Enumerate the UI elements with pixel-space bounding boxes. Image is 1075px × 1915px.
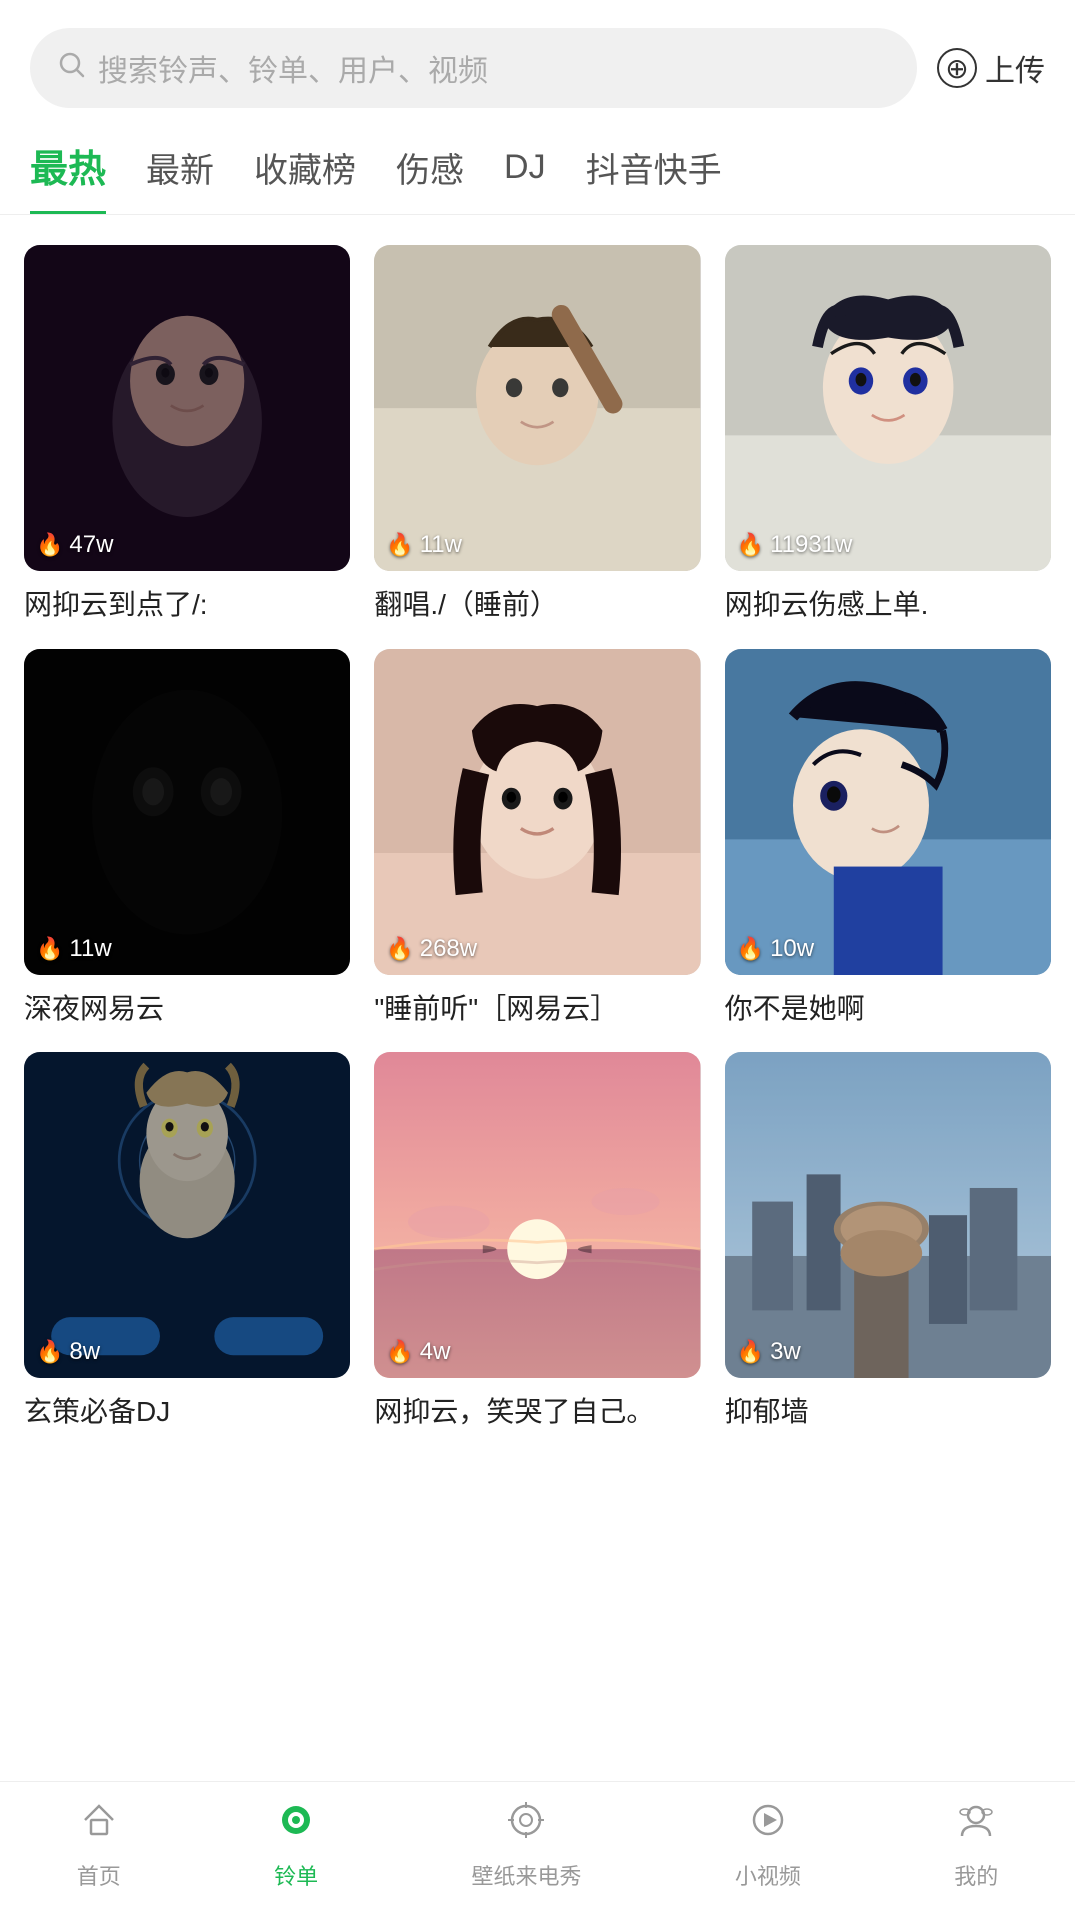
- search-icon: [58, 51, 86, 86]
- content-grid: 🔥47w 网抑云到点了/: 🔥11w 翻唱./（睡前） 🔥11931w 网抑云伤感上单…: [0, 215, 1075, 1462]
- card-thumbnail-9: 🔥3w: [725, 1052, 1051, 1378]
- card-thumbnail-4: 🔥11w: [24, 649, 350, 975]
- card-2[interactable]: 🔥11w 翻唱./（睡前）: [374, 245, 700, 625]
- card-8[interactable]: 🔥4w 网抑云，笑哭了自己。: [374, 1052, 700, 1432]
- nav-tab-hot[interactable]: 最热: [30, 138, 106, 214]
- card-title-1: 网抑云到点了/:: [24, 585, 350, 624]
- card-9[interactable]: 🔥3w 抑郁墙: [725, 1052, 1051, 1432]
- fire-icon-8: 🔥: [386, 1339, 413, 1365]
- card-thumbnail-8: 🔥4w: [374, 1052, 700, 1378]
- card-thumbnail-5: 🔥268w: [374, 649, 700, 975]
- bottom-nav-icon-wallpaper: [504, 1798, 548, 1853]
- card-count-6: 🔥10w: [737, 935, 814, 963]
- card-thumbnail-3: 🔥11931w: [725, 245, 1051, 571]
- card-4[interactable]: 🔥11w 深夜网易云: [24, 649, 350, 1029]
- fire-icon-3: 🔥: [737, 532, 764, 558]
- card-thumbnail-1: 🔥47w: [24, 245, 350, 571]
- bottom-nav-icon-ringtone: [274, 1798, 318, 1853]
- card-7[interactable]: 🔥8w 玄策必备DJ: [24, 1052, 350, 1432]
- bottom-nav-mine[interactable]: 我的: [954, 1798, 998, 1891]
- nav-tab-douyin[interactable]: 抖音快手: [586, 143, 722, 210]
- upload-label: 上传: [985, 46, 1045, 90]
- bottom-nav: 首页 铃单 壁纸来电秀 小视频 我的: [0, 1781, 1075, 1915]
- nav-tab-dj[interactable]: DJ: [504, 148, 546, 205]
- card-count-9: 🔥3w: [737, 1338, 801, 1366]
- bottom-nav-label-ringtone: 铃单: [274, 1859, 318, 1891]
- card-count-3: 🔥11931w: [737, 531, 853, 559]
- bottom-nav-video[interactable]: 小视频: [735, 1798, 801, 1891]
- card-thumbnail-7: 🔥8w: [24, 1052, 350, 1378]
- card-title-9: 抑郁墙: [725, 1392, 1051, 1431]
- nav-tab-sad[interactable]: 伤感: [396, 143, 464, 210]
- fire-icon-6: 🔥: [737, 936, 764, 962]
- upload-button[interactable]: ⊕ 上传: [937, 46, 1045, 90]
- bottom-nav-icon-mine: [954, 1798, 998, 1853]
- card-title-2: 翻唱./（睡前）: [374, 585, 700, 624]
- search-bar[interactable]: 搜索铃声、铃单、用户、视频: [30, 28, 917, 108]
- card-title-8: 网抑云，笑哭了自己。: [374, 1392, 700, 1431]
- card-title-5: "睡前听"［网易云］: [374, 989, 700, 1028]
- nav-tab-new[interactable]: 最新: [146, 143, 214, 210]
- card-count-4: 🔥11w: [36, 935, 112, 963]
- bottom-nav-icon-home: [77, 1798, 121, 1853]
- bottom-nav-label-wallpaper: 壁纸来电秀: [471, 1859, 581, 1891]
- card-title-7: 玄策必备DJ: [24, 1392, 350, 1431]
- fire-icon-1: 🔥: [36, 532, 63, 558]
- card-count-1: 🔥47w: [36, 531, 113, 559]
- fire-icon-4: 🔥: [36, 936, 63, 962]
- bottom-nav-label-video: 小视频: [735, 1859, 801, 1891]
- fire-icon-9: 🔥: [737, 1339, 764, 1365]
- card-6[interactable]: 🔥10w 你不是她啊: [725, 649, 1051, 1029]
- fire-icon-5: 🔥: [386, 936, 413, 962]
- upload-plus-icon: ⊕: [937, 48, 977, 88]
- fire-icon-7: 🔥: [36, 1339, 63, 1365]
- bottom-nav-ringtone[interactable]: 铃单: [274, 1798, 318, 1891]
- card-title-6: 你不是她啊: [725, 989, 1051, 1028]
- card-1[interactable]: 🔥47w 网抑云到点了/:: [24, 245, 350, 625]
- card-count-7: 🔥8w: [36, 1338, 100, 1366]
- fire-icon-2: 🔥: [386, 532, 413, 558]
- bottom-nav-icon-video: [746, 1798, 790, 1853]
- bottom-nav-wallpaper[interactable]: 壁纸来电秀: [471, 1798, 581, 1891]
- header: 搜索铃声、铃单、用户、视频 ⊕ 上传: [0, 0, 1075, 128]
- card-thumbnail-2: 🔥11w: [374, 245, 700, 571]
- nav-tab-collect[interactable]: 收藏榜: [254, 143, 356, 210]
- card-count-5: 🔥268w: [386, 935, 477, 963]
- card-title-4: 深夜网易云: [24, 989, 350, 1028]
- bottom-nav-label-mine: 我的: [954, 1859, 998, 1891]
- card-5[interactable]: 🔥268w "睡前听"［网易云］: [374, 649, 700, 1029]
- bottom-nav-home[interactable]: 首页: [77, 1798, 121, 1891]
- card-3[interactable]: 🔥11931w 网抑云伤感上单.: [725, 245, 1051, 625]
- card-thumbnail-6: 🔥10w: [725, 649, 1051, 975]
- card-count-2: 🔥11w: [386, 531, 462, 559]
- bottom-nav-label-home: 首页: [77, 1859, 121, 1891]
- search-placeholder-text: 搜索铃声、铃单、用户、视频: [98, 46, 488, 90]
- card-count-8: 🔥4w: [386, 1338, 450, 1366]
- nav-tabs: 最热最新收藏榜伤感 DJ 抖音快手: [0, 128, 1075, 215]
- card-title-3: 网抑云伤感上单.: [725, 585, 1051, 624]
